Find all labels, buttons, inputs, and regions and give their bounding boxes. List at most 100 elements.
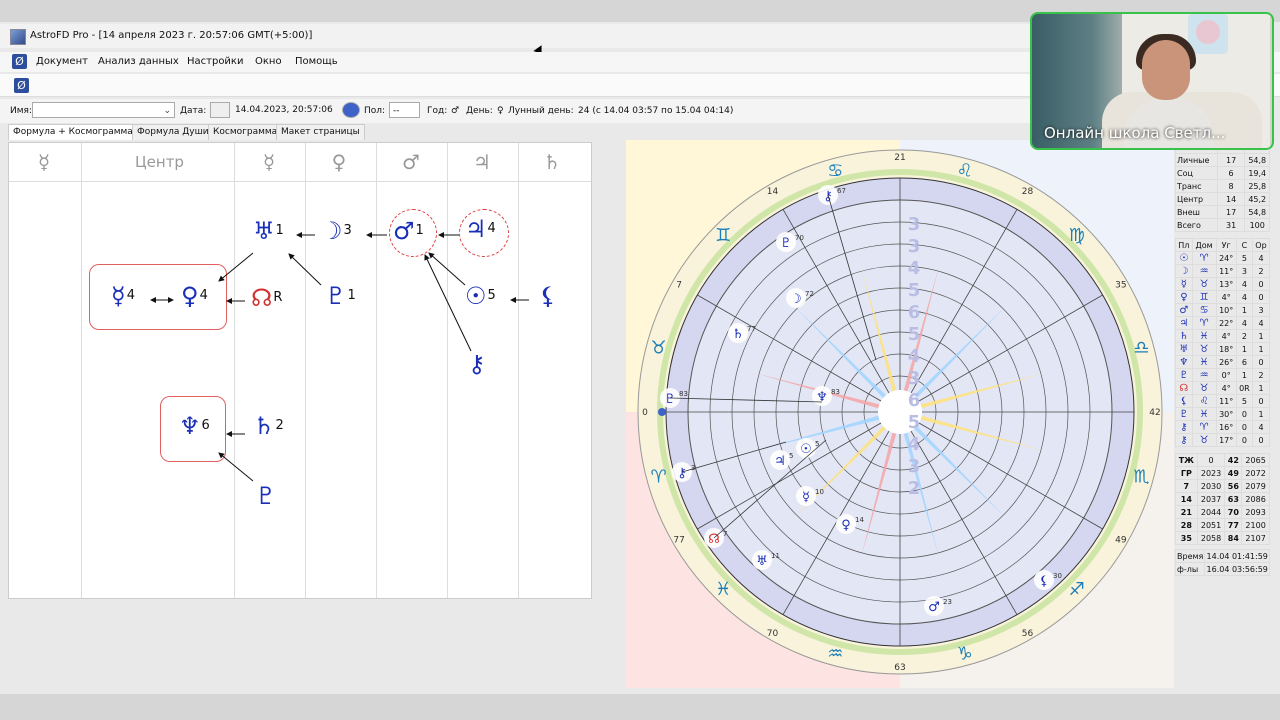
planet-age: 77 — [747, 325, 756, 333]
name-select[interactable]: ⌄ — [32, 102, 175, 118]
planet-row-cell: 0 — [1251, 290, 1271, 304]
planet-row-cell: 5 — [1235, 394, 1253, 408]
year-row-cell: 2030 — [1196, 479, 1226, 493]
planet-row-cell: 30° — [1215, 407, 1237, 421]
planet-header: Пл Дом Уг С Ор — [1175, 238, 1271, 252]
menu-document[interactable]: Документ — [36, 56, 88, 67]
year-row-cell: 2058 — [1196, 531, 1226, 545]
planet-row-cell: 17° — [1215, 433, 1237, 447]
year-row-cell: 2051 — [1196, 518, 1226, 532]
presenter-avatar — [1142, 40, 1190, 100]
cosmogram[interactable]: ♎ ♍ ♌ ♋ ♊ ♉ ♈ ♓ ♒ ♑ ♐ ♏ 0 7 14 21 28 35 42 49 56 63 70 77 3 3 4 5 6 5… — [626, 140, 1174, 688]
planet-row-cell: ☽ — [1175, 264, 1193, 278]
planet-row-cell: ♓ — [1191, 329, 1217, 343]
planet-row-cell: ♅ — [1175, 342, 1193, 356]
chevron-down-icon: ⌄ — [163, 106, 171, 116]
zodiac-sign-icon: ♓ — [715, 579, 731, 600]
planet-row-cell: 0 — [1251, 433, 1271, 447]
year-row-cell: 2044 — [1196, 505, 1226, 519]
planet-row-cell: ♄ — [1175, 329, 1193, 343]
planet-row-cell: 24° — [1215, 251, 1237, 265]
planet-row-cell: ♓ — [1191, 355, 1217, 369]
planet-marker: ♀ — [841, 518, 851, 533]
planet-marker: ⚸ — [1039, 574, 1049, 589]
calendar-icon[interactable] — [210, 102, 230, 118]
year-row: ГР 2023 49 2072 — [1175, 466, 1270, 480]
formula-arrows — [150, 232, 529, 482]
planet-row: ☊ ♉ 4° 0R 1 — [1175, 381, 1271, 395]
menu-help[interactable]: Помощь — [295, 56, 338, 67]
planet-row-cell: ♀ — [1175, 290, 1193, 304]
tab-cosmogram[interactable]: Космограмма — [208, 124, 283, 140]
tab-formula-cosmogram[interactable]: Формула + Космограмма — [8, 124, 138, 140]
ring-number: 5 — [908, 324, 921, 345]
tab-formula-soul[interactable]: Формула Души — [132, 124, 214, 140]
document-icon[interactable]: Ø — [12, 54, 27, 69]
year-row-cell: 63 — [1224, 492, 1243, 506]
score-row-cell: Всего — [1175, 218, 1218, 232]
planet-age: 72 — [805, 290, 814, 298]
time-value: 14.04 01:41:59 — [1204, 549, 1270, 563]
year-row-cell: 28 — [1175, 518, 1198, 532]
year-row-cell: 21 — [1175, 505, 1198, 519]
degree-label: 35 — [1115, 281, 1126, 291]
ring-number: 3 — [908, 236, 921, 257]
score-row: Личные 17 54,8 — [1175, 153, 1270, 167]
planet-row-cell: 0 — [1235, 420, 1253, 434]
planet-row-cell: 3 — [1251, 303, 1271, 317]
year-row-cell: 2093 — [1241, 505, 1270, 519]
year-row-cell: 77 — [1224, 518, 1243, 532]
planet-row-cell: 0 — [1235, 433, 1253, 447]
planet-row-cell: ☉ — [1175, 251, 1193, 265]
zodiac-sign-icon: ♌ — [957, 161, 973, 182]
planet-row-cell: ♊ — [1191, 290, 1217, 304]
ring-number: 3 — [908, 214, 921, 235]
degree-label: 77 — [673, 536, 684, 546]
planet-row-cell: ♂ — [1175, 303, 1193, 317]
ring-number: 3 — [908, 368, 921, 389]
tab-page-layout[interactable]: Макет страницы — [276, 124, 365, 140]
menu-window[interactable]: Окно — [255, 56, 282, 67]
fly-value: 16.04 03:56:59 — [1204, 562, 1270, 576]
year-row-cell: 2107 — [1241, 531, 1270, 545]
year-row-cell: 2065 — [1241, 453, 1270, 467]
zodiac-sign-icon: ♏ — [1133, 467, 1149, 488]
planet-row-cell: ♇ — [1175, 368, 1193, 382]
planet-row-cell: 16° — [1215, 420, 1237, 434]
planet-row-cell: 4 — [1235, 316, 1253, 330]
planet-row: ♂ ♋ 10° 1 3 — [1175, 303, 1271, 317]
planet-row-cell: 22° — [1215, 316, 1237, 330]
planet-row-cell: 2 — [1251, 368, 1271, 382]
planet-row: ♃ ♈ 22° 4 4 — [1175, 316, 1271, 330]
planet-row-cell: 0 — [1251, 277, 1271, 291]
year-row-cell: 56 — [1224, 479, 1243, 493]
app-tool-icon[interactable]: Ø — [14, 78, 29, 93]
planet-row-cell: 4° — [1215, 290, 1237, 304]
planet-row-cell: ⚸ — [1175, 394, 1193, 408]
year-row-cell: 42 — [1224, 453, 1243, 467]
globe-icon[interactable] — [342, 102, 360, 118]
gender-select[interactable]: -- — [389, 102, 420, 118]
score-row: Соц 6 19,4 — [1175, 166, 1270, 180]
planet-age: 83 — [679, 390, 688, 398]
menu-settings[interactable]: Настройки — [187, 56, 243, 67]
planet-row: ☽ ♒ 11° 3 2 — [1175, 264, 1271, 278]
planet-row-cell: 4 — [1235, 290, 1253, 304]
planet-age: 30 — [1053, 572, 1062, 580]
date-field[interactable]: 14.04.2023, 20:57:06 — [232, 102, 341, 118]
score-row-cell: 19,4 — [1244, 166, 1270, 180]
menu-analysis[interactable]: Анализ данных — [98, 56, 179, 67]
planet-row-cell: 1 — [1251, 381, 1271, 395]
planet-row-cell: 4 — [1251, 420, 1271, 434]
planet-row: ⚸ ♌ 11° 5 0 — [1175, 394, 1271, 408]
degree-label: 56 — [1022, 629, 1034, 639]
planet-row-cell: 11° — [1215, 264, 1237, 278]
lunar-label: Лунный день: — [508, 106, 574, 116]
score-row-cell: 8 — [1216, 179, 1246, 193]
planet-row-cell: 4° — [1215, 329, 1237, 343]
planet-row: ♄ ♓ 4° 2 1 — [1175, 329, 1271, 343]
planet-marker: ⚷ — [823, 189, 833, 204]
ring-number: 3 — [908, 456, 921, 477]
score-row: Транс 8 25,8 — [1175, 179, 1270, 193]
score-row-cell: Личные — [1175, 153, 1218, 167]
